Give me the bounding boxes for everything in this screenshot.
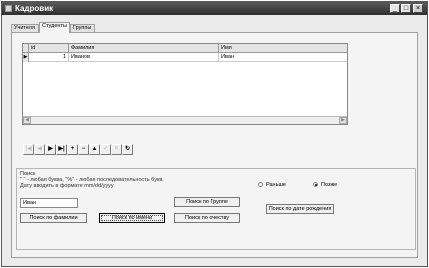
title-bar[interactable]: Кадровик _ □ ×	[2, 2, 427, 15]
search-input[interactable]: Иван	[20, 198, 78, 208]
radio-later-label: Позже	[321, 182, 338, 188]
search-hint-date-format: Дату вводить в формате mm/dd/yyyy	[20, 183, 114, 189]
students-grid[interactable]: id Фамилия Имя ▶ 1 Иванов Иван ◀ ▶	[22, 43, 348, 125]
table-row[interactable]: ▶ 1 Иванов Иван	[23, 53, 347, 62]
radio-later-circle[interactable]	[313, 182, 318, 188]
scroll-right-icon[interactable]: ▶	[339, 117, 347, 124]
search-by-group-button[interactable]: Поиск по Группе	[174, 197, 240, 207]
nav-first-button[interactable]: |◀	[23, 144, 34, 155]
window-title: Кадровик	[15, 4, 54, 13]
nav-delete-button[interactable]: −	[78, 144, 89, 155]
nav-next-button[interactable]: ▶	[45, 144, 56, 155]
radio-earlier[interactable]: Раньше	[258, 182, 286, 188]
cell-surname[interactable]: Иванов	[69, 53, 219, 62]
scroll-left-icon[interactable]: ◀	[23, 117, 31, 124]
nav-insert-button[interactable]: +	[67, 144, 78, 155]
search-by-patronymic-button[interactable]: Поиск по очеству	[174, 213, 240, 223]
grid-header: id Фамилия Имя	[23, 44, 347, 53]
tab-students[interactable]: Студенты	[39, 22, 70, 33]
cell-id[interactable]: 1	[29, 53, 69, 62]
column-header-id[interactable]: id	[29, 44, 69, 53]
nav-post-button[interactable]: ✓	[100, 144, 111, 155]
app-icon[interactable]	[5, 5, 12, 12]
nav-edit-button[interactable]: ▲	[89, 144, 100, 155]
app-window: Кадровик _ □ × Учителя Студенты Группы i…	[1, 1, 428, 267]
maximize-button[interactable]: □	[401, 4, 411, 13]
radio-earlier-circle[interactable]	[258, 182, 263, 188]
nav-prior-button[interactable]: ◀	[34, 144, 45, 155]
search-by-name-button[interactable]: Поиск по имени	[99, 213, 165, 223]
cell-name[interactable]: Иван	[219, 53, 347, 62]
column-header-name[interactable]: Имя	[219, 44, 347, 53]
horizontal-scrollbar[interactable]: ◀ ▶	[23, 116, 347, 124]
search-by-surname-button[interactable]: Поиск по фамилии	[20, 213, 87, 223]
minimize-button[interactable]: _	[390, 4, 400, 13]
students-panel: id Фамилия Имя ▶ 1 Иванов Иван ◀ ▶ |◀ ◀ …	[11, 32, 418, 258]
search-by-birthdate-button[interactable]: Поиск по дате рождения	[266, 204, 334, 214]
radio-later[interactable]: Позже	[313, 182, 337, 188]
column-header-surname[interactable]: Фамилия	[69, 44, 219, 53]
close-button[interactable]: ×	[413, 4, 423, 13]
search-groupbox: Поиск " " - любая буква, "%" - любая пос…	[16, 168, 416, 250]
nav-cancel-button[interactable]: ✕	[111, 144, 122, 155]
radio-earlier-label: Раньше	[266, 182, 286, 188]
nav-refresh-button[interactable]: ↻	[122, 144, 133, 155]
nav-last-button[interactable]: ▶|	[56, 144, 67, 155]
